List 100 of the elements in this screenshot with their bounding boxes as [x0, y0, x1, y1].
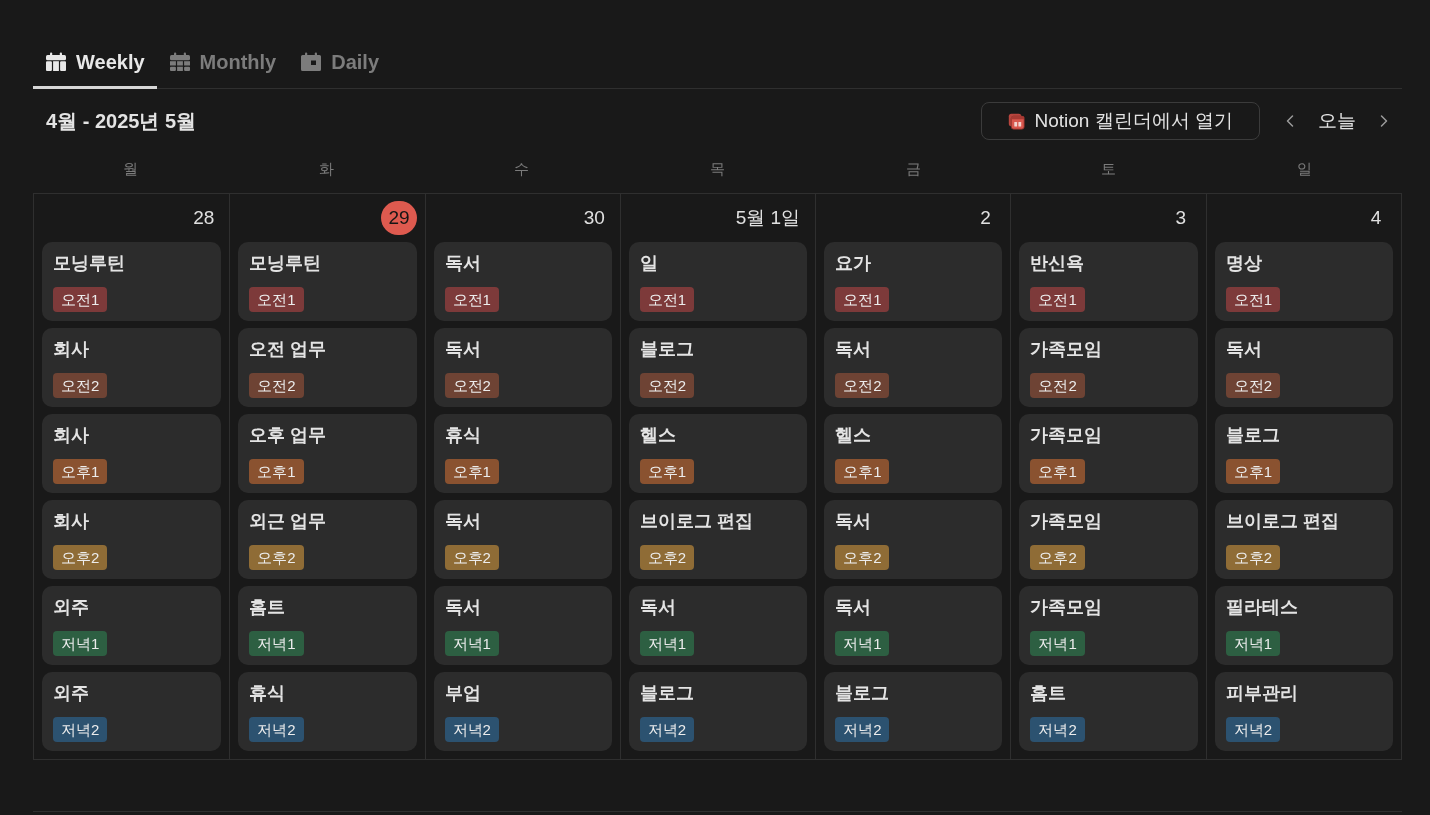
event-card[interactable]: 모닝루틴 오전1	[42, 242, 222, 321]
date-number: 5월 1일	[734, 205, 802, 230]
event-title: 블로그	[835, 682, 890, 705]
event-title: 외주	[53, 682, 89, 705]
event-title: 모닝루틴	[249, 252, 322, 275]
event-tag: 오전2	[835, 373, 890, 398]
event-tag: 저녁1	[639, 631, 695, 656]
event-card[interactable]: 독서 오후2	[433, 500, 612, 579]
event-tag: 오전1	[444, 287, 499, 312]
event-card[interactable]: 가족모임 오후2	[1019, 500, 1198, 579]
event-tag: 저녁1	[444, 631, 499, 656]
event-title: 가족모임	[1030, 510, 1103, 533]
event-title: 모닝루틴	[53, 252, 125, 275]
event-title: 블로그	[639, 682, 694, 705]
event-card[interactable]: 외근 업무 오후2	[238, 500, 417, 579]
event-tag: 오전1	[1030, 287, 1085, 312]
event-card[interactable]: 독서 오전2	[824, 328, 1003, 407]
event-card[interactable]: 독서 오전1	[433, 242, 612, 321]
event-title: 반신욕	[1030, 252, 1085, 275]
event-card[interactable]: 모닝루틴 오전1	[238, 242, 417, 321]
event-card[interactable]: 독서 오전2	[433, 328, 612, 407]
event-tag: 오전1	[53, 287, 108, 312]
open-calendar-button[interactable]: Notion 캘린더에서 열기	[980, 102, 1260, 140]
event-title: 독서	[444, 596, 481, 619]
event-card[interactable]: 부업 저녁2	[433, 672, 612, 751]
date-number: 30	[582, 205, 606, 230]
event-tag: 저녁2	[835, 717, 890, 742]
event-title: 가족모임	[1030, 424, 1103, 447]
event-card[interactable]: 헬스 오후1	[628, 414, 808, 493]
event-card[interactable]: 휴식 저녁2	[238, 672, 417, 751]
event-title: 피부관리	[1225, 682, 1298, 705]
event-tag: 오전1	[639, 287, 695, 312]
event-title: 독서	[444, 252, 481, 275]
event-card[interactable]: 블로그 저녁2	[824, 672, 1003, 751]
event-card[interactable]: 브이로그 편집 오후2	[1214, 500, 1393, 579]
event-tag: 오전2	[1030, 373, 1085, 398]
event-tag: 저녁2	[53, 717, 108, 742]
event-card[interactable]: 요가 오전1	[824, 242, 1003, 321]
event-title: 회사	[53, 338, 89, 361]
event-tag: 저녁1	[1225, 631, 1281, 656]
event-card[interactable]: 홈트 저녁2	[1019, 672, 1198, 751]
event-card[interactable]: 일 오전1	[628, 242, 808, 321]
event-card[interactable]: 브이로그 편집 오후2	[628, 500, 808, 579]
event-card[interactable]: 가족모임 오전2	[1019, 328, 1198, 407]
event-tag: 오전2	[639, 373, 695, 398]
event-card[interactable]: 독서 저녁1	[433, 586, 612, 665]
event-title: 회사	[53, 510, 89, 533]
event-title: 오전 업무	[249, 338, 327, 361]
weekday-label: 목	[710, 159, 725, 180]
event-card[interactable]: 외주 저녁1	[42, 586, 222, 665]
event-card[interactable]: 회사 오전2	[42, 328, 222, 407]
event-card[interactable]: 독서 저녁1	[824, 586, 1003, 665]
event-title: 헬스	[639, 424, 676, 447]
event-tag: 저녁2	[1225, 717, 1281, 742]
view-tab[interactable]: Daily	[288, 38, 392, 89]
event-card[interactable]: 홈트 저녁1	[238, 586, 417, 665]
event-tag: 오전1	[249, 287, 304, 312]
event-tag: 저녁2	[444, 717, 499, 742]
event-card[interactable]: 가족모임 오후1	[1019, 414, 1198, 493]
event-tag: 오전1	[835, 287, 890, 312]
event-card[interactable]: 독서 저녁1	[628, 586, 808, 665]
event-tag: 오후2	[1225, 545, 1281, 570]
event-title: 헬스	[835, 424, 872, 447]
event-tag: 오후2	[639, 545, 695, 570]
today-button[interactable]: 오늘	[1312, 106, 1362, 136]
event-tag: 오후2	[1030, 545, 1085, 570]
event-card[interactable]: 명상 오전1	[1214, 242, 1393, 321]
event-title: 독서	[835, 338, 872, 361]
weekday-label: 화	[318, 159, 334, 180]
event-title: 휴식	[249, 682, 286, 705]
event-card[interactable]: 가족모임 저녁1	[1019, 586, 1198, 665]
event-card[interactable]: 회사 오후2	[42, 500, 222, 579]
event-tag: 오후1	[53, 459, 108, 484]
event-tag: 오후2	[53, 545, 108, 570]
event-card[interactable]: 외주 저녁2	[42, 672, 222, 751]
event-tag: 오후1	[639, 459, 695, 484]
event-title: 외근 업무	[249, 510, 327, 533]
event-card[interactable]: 회사 오후1	[42, 414, 222, 493]
event-card[interactable]: 필라테스 저녁1	[1214, 586, 1393, 665]
event-tag: 저녁1	[1030, 631, 1085, 656]
event-card[interactable]: 독서 오후2	[824, 500, 1003, 579]
event-card[interactable]: 블로그 오후1	[1214, 414, 1393, 493]
view-tab[interactable]: Monthly	[156, 38, 289, 89]
day-calendar-icon	[300, 52, 323, 72]
event-card[interactable]: 피부관리 저녁2	[1214, 672, 1393, 751]
event-card[interactable]: 헬스 오후1	[824, 414, 1003, 493]
event-card[interactable]: 독서 오전2	[1214, 328, 1393, 407]
view-tab[interactable]: Weekly	[33, 38, 157, 89]
event-card[interactable]: 오전 업무 오전2	[238, 328, 417, 407]
event-card[interactable]: 블로그 저녁2	[628, 672, 808, 751]
event-title: 일	[639, 252, 658, 275]
event-title: 오후 업무	[249, 424, 327, 447]
event-tag: 오전2	[53, 373, 108, 398]
event-title: 요가	[835, 252, 872, 275]
event-card[interactable]: 반신욕 오전1	[1019, 242, 1198, 321]
event-card[interactable]: 오후 업무 오후1	[238, 414, 417, 493]
event-card[interactable]: 블로그 오전2	[628, 328, 808, 407]
week-calendar-icon	[45, 52, 67, 72]
weekday-label: 토	[1101, 159, 1117, 180]
event-card[interactable]: 휴식 오후1	[433, 414, 612, 493]
